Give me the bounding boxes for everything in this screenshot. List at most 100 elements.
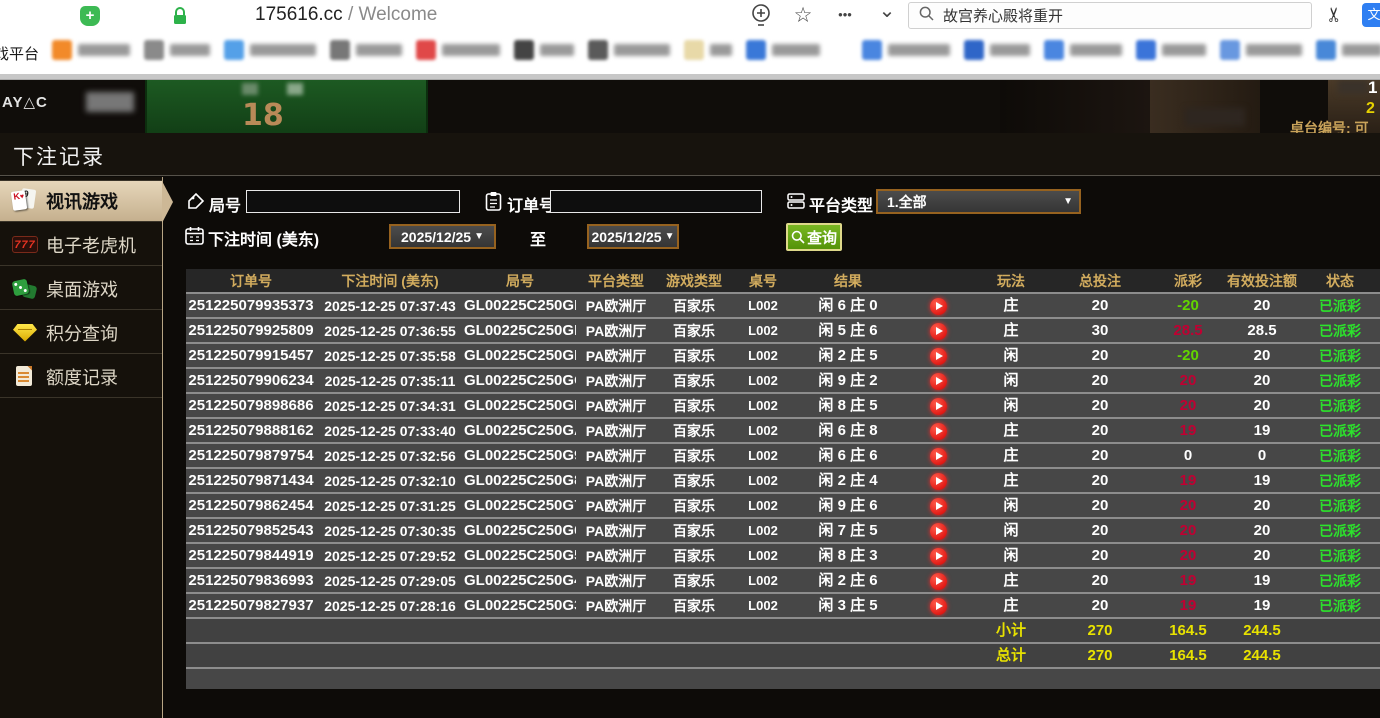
subtotal-valid: 244.5 (1243, 622, 1281, 639)
replay-play-button[interactable] (929, 448, 947, 465)
cell-valid-bet: 20 (1253, 397, 1271, 414)
order-input[interactable] (550, 190, 762, 213)
platform-select[interactable]: 1.全部 ▼ (876, 189, 1081, 214)
cell-table-id: L002 (748, 573, 778, 588)
bookmark-favicon (224, 40, 244, 60)
cell-valid-bet: 19 (1253, 422, 1271, 439)
bookmark-item[interactable] (746, 40, 820, 60)
bookmark-item[interactable] (52, 40, 130, 60)
cell-order-id: 251225079862454 (188, 497, 314, 514)
sidebar-item-label: 视讯游戏 (46, 192, 118, 212)
search-button[interactable]: 查询 (786, 223, 842, 251)
scissors-icon[interactable]: ✂ (1322, 6, 1347, 23)
bookmark-item[interactable] (1220, 40, 1302, 60)
cell-payout: 19 (1179, 597, 1197, 614)
replay-play-button[interactable] (929, 398, 947, 415)
bet-row: 251225079898686 2025-12-25 07:34:31 GL0022… (186, 394, 1380, 419)
sidebar-item-live-games[interactable]: 9 K♥ 视讯游戏 (0, 180, 173, 223)
subtotal-total: 270 (1087, 622, 1113, 639)
bookmark-item[interactable] (224, 40, 316, 60)
cell-platform-type: PA欧洲厅 (585, 523, 647, 539)
cell-valid-bet: 20 (1253, 372, 1271, 389)
cell-platform-type: PA欧洲厅 (585, 498, 647, 514)
replay-play-button[interactable] (929, 423, 947, 440)
bookmark-title-blurred (356, 44, 402, 56)
cell-platform-type: PA欧洲厅 (585, 398, 647, 414)
cell-bet-side: 庄 (1003, 297, 1019, 314)
cell-game-type: 百家乐 (673, 298, 715, 314)
replay-play-button[interactable] (929, 598, 947, 615)
search-icon (919, 6, 934, 26)
bookmark-item[interactable] (514, 40, 574, 60)
bookmark-item[interactable] (1316, 40, 1380, 60)
bookmark-title-blurred (170, 44, 210, 56)
replay-cell (902, 344, 974, 367)
cell-game-type: 百家乐 (673, 498, 715, 514)
cell-round-id: GL00225C250GA (464, 422, 576, 439)
bookmark-item[interactable] (144, 40, 210, 60)
grand-total-valid: 244.5 (1243, 647, 1281, 664)
cell-table-id: L002 (748, 548, 778, 563)
cell-bet-side: 闲 (1003, 547, 1019, 564)
cell-bet-side: 闲 (1003, 347, 1019, 364)
sidebar-item-slots[interactable]: 777 电子老虎机 (0, 224, 162, 266)
sidebar-item-points[interactable]: 积分查询 (0, 312, 162, 354)
replay-play-button[interactable] (929, 498, 947, 515)
bookmark-item[interactable] (330, 40, 402, 60)
table-header-cell: 下注时间 (美东) (341, 273, 439, 289)
cell-platform-type: PA欧洲厅 (585, 598, 647, 614)
replay-play-button[interactable] (929, 348, 947, 365)
bookmark-item[interactable] (684, 40, 732, 60)
bookmark-item[interactable] (862, 40, 950, 60)
date-from-value: 2025/12/25 (401, 228, 472, 245)
cell-bet-time: 2025-12-25 07:35:11 (324, 373, 456, 389)
table-body: 251225079935373 2025-12-25 07:37:43 GL0022… (186, 294, 1380, 619)
cell-game-type: 百家乐 (673, 523, 715, 539)
chevron-down-icon[interactable]: ⌄ (874, 0, 900, 23)
cell-result: 闲 2 庄 6 (818, 572, 878, 589)
cell-round-id: GL00225C250G9 (464, 447, 576, 464)
lock-icon[interactable] (172, 7, 188, 30)
bookmark-item[interactable] (1044, 40, 1122, 60)
date-to-select[interactable]: 2025/12/25 ▼ (587, 224, 679, 249)
browser-search-box[interactable]: 故宫养心殿将重开 (908, 2, 1312, 29)
cell-round-id: GL00225C250G7 (464, 497, 576, 514)
sidebar-item-credit-records[interactable]: 额度记录 (0, 356, 162, 398)
replay-cell (902, 594, 974, 617)
bookmark-item[interactable] (964, 40, 1030, 60)
cell-total-bet: 30 (1091, 322, 1109, 339)
url-text[interactable]: 175616.cc / Welcome (255, 4, 437, 26)
cell-payout: 19 (1179, 422, 1197, 439)
replay-cell (902, 394, 974, 417)
favorite-star-icon[interactable]: ☆ (790, 3, 816, 28)
replay-play-button[interactable] (929, 523, 947, 540)
bookmark-title-blurred (78, 44, 130, 56)
replay-play-button[interactable] (929, 373, 947, 390)
bookmark-item[interactable] (1136, 40, 1206, 60)
cell-valid-bet: 0 (1257, 447, 1267, 464)
replay-play-button[interactable] (929, 323, 947, 340)
bookmark-favicon (964, 40, 984, 60)
bookmark-label-partial[interactable]: 戏平台 (0, 43, 39, 64)
cell-bet-time: 2025-12-25 07:37:43 (324, 298, 456, 314)
date-from-select[interactable]: 2025/12/25 ▼ (389, 224, 496, 249)
cell-game-type: 百家乐 (673, 373, 715, 389)
bookmark-title-blurred (250, 44, 316, 56)
replay-play-button[interactable] (929, 573, 947, 590)
replay-play-button[interactable] (929, 548, 947, 565)
cell-result: 闲 8 庄 3 (818, 547, 878, 564)
zoom-target-icon[interactable] (748, 2, 774, 33)
bookmark-item[interactable] (588, 40, 670, 60)
cell-total-bet: 20 (1091, 547, 1109, 564)
translate-icon[interactable]: 文 (1362, 3, 1380, 27)
replay-play-button[interactable] (929, 298, 947, 315)
cell-result: 闲 3 庄 5 (818, 597, 878, 614)
shield-plus-icon[interactable]: + (80, 6, 100, 26)
bookmark-item[interactable] (416, 40, 500, 60)
overflow-menu-icon[interactable]: ••• (832, 7, 858, 22)
bet-row: 251225079879754 2025-12-25 07:32:56 GL0022… (186, 444, 1380, 469)
replay-play-button[interactable] (929, 473, 947, 490)
round-input[interactable] (246, 190, 460, 213)
cell-round-id: GL00225C250GB (464, 397, 576, 414)
sidebar-item-table-games[interactable]: 桌面游戏 (0, 268, 162, 310)
